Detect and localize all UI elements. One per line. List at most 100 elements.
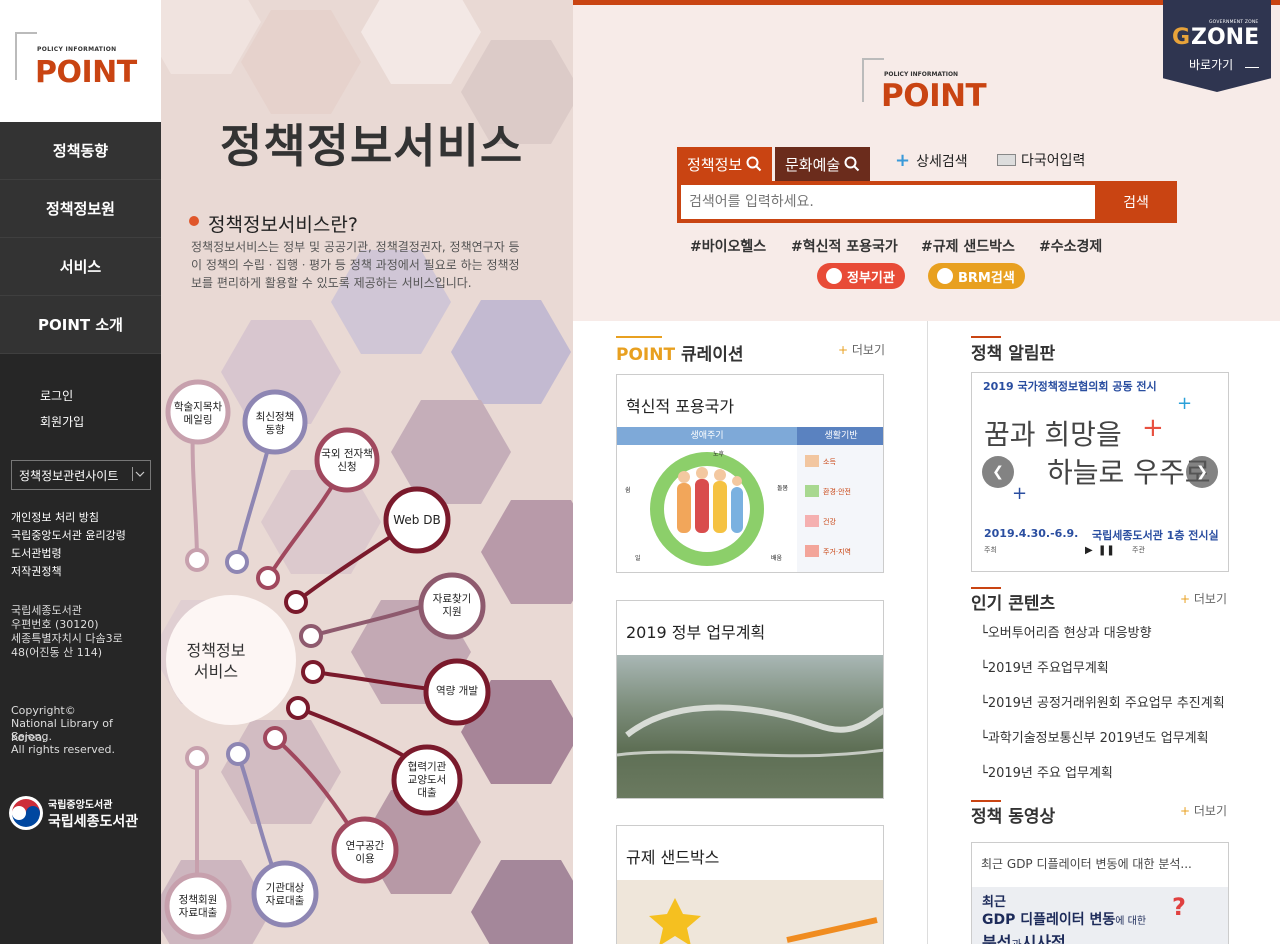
bubble-web-db[interactable]: Web DB (387, 513, 447, 527)
search-input[interactable] (681, 185, 1095, 219)
gzone-badge[interactable]: GOVERNMENT ZONE G ZONE 바로가기 (1163, 0, 1271, 92)
carousel-next-button[interactable]: ❯ (1186, 456, 1218, 488)
bubble-label: 메일링 (183, 414, 213, 426)
bubble-label: 자료대출 (178, 907, 218, 919)
plus-icon: + (895, 150, 911, 171)
brm-search-button[interactable]: BRM검색 (928, 263, 1025, 289)
bubble-latest-trends[interactable]: 최신정책 동향 (245, 411, 305, 437)
popular-more-link[interactable]: + 더보기 (1180, 590, 1227, 607)
popular-item-label: 2019년 공정거래위원회 주요업무 추진계획 (987, 696, 1225, 711)
sidebar: POLICY INFORMATION POINT 정책동향 정책정보원 서비스 … (0, 0, 161, 944)
thumb-text-line3: 분석과시사점 (982, 929, 1066, 944)
org-small-name: 국립중앙도서관 (48, 800, 113, 811)
card-title: 2019 정부 업무계획 (626, 623, 766, 642)
bubble-label: 동향 (265, 424, 285, 436)
arrow-right-icon (1245, 60, 1259, 68)
bubble-label: 자료찾기 (432, 593, 472, 605)
thumb-text: 시사점 (1021, 933, 1066, 944)
search-button[interactable]: 검색 (1097, 185, 1175, 219)
video-card[interactable]: 최근 GDP 디플레이터 변동에 대한 분석... 최근 GDP 디플레이터 변… (971, 842, 1229, 944)
tab-label: 문화예술 (785, 155, 841, 174)
bubble-partner-loan[interactable]: 협력기관 교양도서 대출 (397, 761, 457, 800)
chevron-down-icon (132, 467, 145, 481)
thumb-text: 최근 (982, 895, 1006, 910)
bubble-label: 대출 (417, 787, 437, 799)
korea-emblem-icon (9, 796, 43, 830)
sparkle-icon: + (1012, 483, 1028, 504)
ring-label: 배움 (771, 555, 783, 562)
popular-item[interactable]: └2019년 주요 업무계획 (980, 762, 1113, 781)
more-label: 더보기 (1193, 804, 1228, 818)
more-label: 더보기 (851, 343, 886, 357)
hashtag-bio[interactable]: #바이오헬스 (690, 236, 766, 256)
copyright-policy-link[interactable]: 저작권정책 (11, 563, 62, 581)
video-title: 정책 동영상 (971, 807, 1056, 827)
sidebar-logo[interactable]: POLICY INFORMATION POINT (0, 0, 161, 122)
login-link[interactable]: 로그인 (40, 387, 73, 404)
play-icon[interactable]: ▶ (1085, 545, 1093, 556)
curation-title-accent: POINT (616, 345, 676, 365)
banner-headline: 2019 국가정책정보협의회 공동 전시 (983, 380, 1157, 393)
section-accent-line (971, 336, 1001, 338)
popular-item[interactable]: └2019년 주요업무계획 (980, 657, 1109, 676)
curation-card-gov-plan[interactable]: 2019 정부 업무계획 (616, 600, 884, 799)
popular-item[interactable]: └오버투어리즘 현상과 대응방향 (980, 622, 1152, 641)
bubble-research-space[interactable]: 연구공간 이용 (335, 840, 395, 866)
hashtag-sandbox[interactable]: #규제 샌드박스 (921, 236, 1015, 256)
nav-policy-trends[interactable]: 정책동향 (0, 122, 161, 180)
multilang-input-link[interactable]: 다국어입력 (997, 150, 1085, 170)
nav-policy-sources[interactable]: 정책정보원 (0, 180, 161, 238)
nav-services[interactable]: 서비스 (0, 238, 161, 296)
ethics-link[interactable]: 국립중앙도서관 윤리강령 (11, 527, 126, 545)
environment-icon (805, 485, 819, 497)
popular-item[interactable]: └과학기술정보통신부 2019년도 업무계획 (980, 727, 1209, 746)
library-law-link[interactable]: 도서관법령 (11, 545, 62, 563)
tab-policy-info[interactable]: 정책정보 (677, 147, 773, 181)
banner-place: 국립세종도서관 1층 전시실 (1092, 529, 1219, 542)
bubble-label: 지원 (442, 606, 462, 618)
bubble-capacity-dev[interactable]: 역량 개발 (427, 685, 487, 698)
bubble-institution-loan[interactable]: 기관대상 자료대출 (255, 882, 315, 908)
curation-card-sandbox[interactable]: 규제 샌드박스 (616, 825, 884, 944)
pause-icon[interactable]: ❚❚ (1098, 545, 1115, 556)
bubble-label: 최신정책 (255, 411, 295, 423)
advanced-search-link[interactable]: + 상세검색 (895, 150, 968, 171)
main-logo[interactable]: POLICY INFORMATION POINT (862, 58, 992, 118)
popular-item[interactable]: └2019년 공정거래위원회 주요업무 추진계획 (980, 692, 1225, 711)
carousel-prev-button[interactable]: ❮ (982, 456, 1014, 488)
ring-label: 쉼 (625, 487, 631, 494)
hashtag-hydrogen[interactable]: #수소경제 (1039, 236, 1102, 256)
gzone-link-text: 바로가기 (1189, 58, 1234, 72)
privacy-policy-link[interactable]: 개인정보 처리 방침 (11, 509, 99, 527)
banner-org: 주관 (1132, 546, 1145, 554)
popular-item-label: 2019년 주요 업무계획 (987, 766, 1113, 781)
bubble-search-support[interactable]: 자료찾기 지원 (422, 593, 482, 619)
tab-culture-arts[interactable]: 문화예술 (775, 147, 871, 181)
ring-label: 돌봄 (777, 485, 789, 492)
card-title: 혁신적 포용국가 (626, 397, 735, 416)
gov-agency-button[interactable]: 정부기관 (817, 263, 905, 289)
curation-card-inclusive[interactable]: 혁신적 포용국가 생애주기 생활기반 노후 돌봄 배움 일 쉼 소득 환경·안전… (616, 374, 884, 573)
nav-about-point[interactable]: POINT 소개 (0, 296, 161, 354)
bubble-member-loan[interactable]: 정책회원 자료대출 (168, 894, 228, 920)
bubble-journal-mailing[interactable]: 학술지목차 메일링 (168, 401, 228, 427)
bubble-label: Web DB (393, 513, 441, 527)
living-base-header: 생활기반 (797, 427, 883, 445)
health-icon (805, 515, 819, 527)
related-sites-select[interactable]: 정책정보관련사이트 (11, 460, 151, 490)
curation-more-link[interactable]: + 더보기 (838, 341, 885, 358)
living-item: 주거·지역 (823, 548, 851, 556)
bubble-label: 교양도서 (407, 774, 447, 786)
keyboard-icon (997, 154, 1016, 166)
bubble-foreign-ebook[interactable]: 국외 전자책 신청 (317, 448, 377, 474)
curation-title: POINT 큐레이션 (616, 340, 744, 365)
bubble-label: 역량 개발 (436, 685, 478, 697)
lifecycle-header: 생애주기 (617, 427, 797, 445)
signup-link[interactable]: 회원가입 (40, 413, 84, 430)
thumb-text: 에 대한 (1115, 916, 1147, 927)
thumb-text-line2: GDP 디플레이터 변동에 대한 (982, 909, 1146, 929)
multilang-label: 다국어입력 (1021, 153, 1086, 169)
video-more-link[interactable]: + 더보기 (1180, 802, 1227, 819)
gzone-g: G (1172, 25, 1191, 50)
hashtag-inclusive[interactable]: #혁신적 포용국가 (791, 236, 898, 256)
